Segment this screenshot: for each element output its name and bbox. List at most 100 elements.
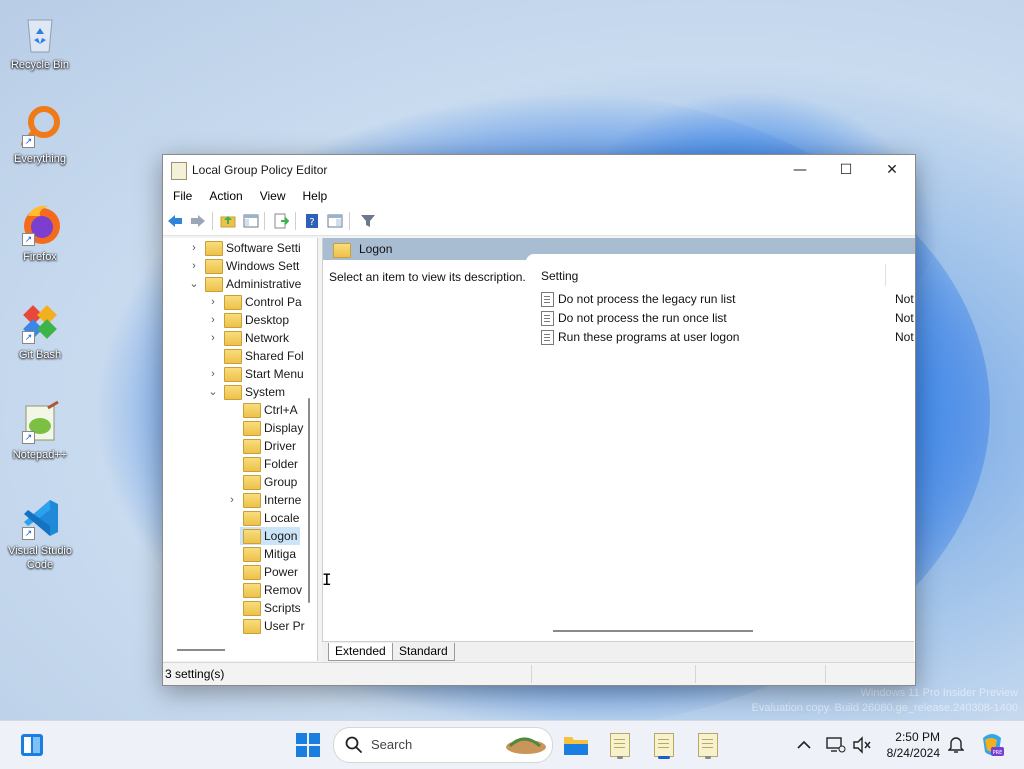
show-hidden-icons-button[interactable] <box>788 729 820 761</box>
desktop-icon-label: Git Bash <box>18 349 62 361</box>
filter-icon[interactable] <box>360 213 376 229</box>
tree-item-label: Driver <box>264 439 296 453</box>
copilot-button[interactable]: PRE <box>976 729 1008 761</box>
expand-chevron-icon <box>208 347 218 365</box>
details-horizontal-scrollbar[interactable] <box>553 630 753 632</box>
tree-pane[interactable]: › Software Setti › Windows Sett ⌄ Administr… <box>163 238 318 661</box>
tree-item[interactable]: Power <box>163 563 303 581</box>
desktop-icon-label: Recycle Bin <box>10 59 70 71</box>
volume-status-button[interactable] <box>846 729 878 761</box>
tree-item[interactable]: Folder <box>163 455 303 473</box>
policy-setting-icon <box>541 330 554 345</box>
tree-item[interactable]: Mitiga <box>163 545 303 563</box>
collapse-chevron-icon[interactable]: ⌄ <box>189 275 199 293</box>
tree-item[interactable]: Ctrl+A <box>163 401 303 419</box>
forward-arrow-icon[interactable] <box>190 213 206 229</box>
tree-item[interactable]: › Network <box>163 329 303 347</box>
help-book-icon[interactable]: ? <box>304 213 320 229</box>
taskbar-app-gpedit[interactable] <box>648 729 680 761</box>
policy-row[interactable]: Do not process the legacy run list Not <box>541 290 915 309</box>
tree-item[interactable]: › Control Pa <box>163 293 303 311</box>
minimize-button[interactable]: — <box>777 155 823 185</box>
network-icon <box>826 737 846 753</box>
up-folder-icon[interactable] <box>220 213 236 229</box>
tree-item-label: Network <box>245 331 290 345</box>
expand-chevron-icon[interactable]: › <box>208 365 218 383</box>
collapse-chevron-icon[interactable]: ⌄ <box>208 383 218 401</box>
folder-icon <box>243 547 261 562</box>
desktop-icon-everything[interactable]: ↗ Everything <box>4 104 76 166</box>
desktop-icon-notepad-plus-plus[interactable]: ↗ Notepad++ <box>4 400 76 462</box>
taskbar-app-notepad-2[interactable] <box>692 729 724 761</box>
tree-item[interactable]: › Desktop <box>163 311 303 329</box>
desktop-icon-vscode[interactable]: ↗ Visual Studio Code <box>4 496 76 572</box>
menu-action[interactable]: Action <box>199 185 249 207</box>
column-header-setting[interactable]: Setting <box>541 269 578 283</box>
tree-item[interactable]: Group <box>163 473 303 491</box>
tree-item[interactable]: ⌄ System <box>163 383 303 401</box>
tree-item-label: Mitiga <box>264 547 297 561</box>
tree-item[interactable]: Locale <box>163 509 303 527</box>
back-arrow-icon[interactable] <box>167 213 183 229</box>
active-indicator <box>658 756 670 759</box>
expand-chevron-icon[interactable]: › <box>189 239 199 257</box>
expand-chevron-icon[interactable]: › <box>189 257 199 275</box>
tree-item[interactable]: Scripts <box>163 599 303 617</box>
file-explorer-button[interactable] <box>560 729 592 761</box>
desktop-icon-firefox[interactable]: ↗ Firefox <box>4 202 76 264</box>
folder-icon <box>564 737 588 755</box>
tree-item[interactable]: › Start Menu <box>163 365 304 383</box>
notebook-icon <box>610 733 630 757</box>
tab-standard[interactable]: Standard <box>392 643 455 661</box>
menu-view[interactable]: View <box>250 185 293 207</box>
tree-vertical-scrollbar[interactable] <box>308 398 310 603</box>
expand-chevron-icon <box>227 545 237 563</box>
tree-item[interactable]: Driver <box>163 437 303 455</box>
policy-state: Not <box>895 330 914 344</box>
tree-item[interactable]: User Pr <box>163 617 305 635</box>
taskbar-search-box[interactable]: Search <box>333 727 553 763</box>
expand-chevron-icon[interactable]: › <box>227 491 237 509</box>
folder-icon <box>224 385 242 400</box>
tree-item[interactable]: Display <box>163 419 303 437</box>
policy-row[interactable]: Do not process the run once list Not <box>541 309 915 328</box>
toolbar: ? <box>163 207 915 236</box>
menu-help[interactable]: Help <box>293 185 335 207</box>
tree-item[interactable]: Remov <box>163 581 303 599</box>
desktop-icon-git-bash[interactable]: ↗ Git Bash <box>4 300 76 362</box>
folder-icon <box>243 493 261 508</box>
expand-chevron-icon[interactable]: › <box>208 293 218 311</box>
tree-item[interactable]: › Interne <box>163 491 303 509</box>
shortcut-arrow-icon: ↗ <box>22 233 35 246</box>
tree-horizontal-scrollbar[interactable] <box>177 649 225 651</box>
widgets-button[interactable] <box>16 729 48 761</box>
shortcut-arrow-icon: ↗ <box>22 331 35 344</box>
menu-file[interactable]: File <box>163 185 199 207</box>
tree-item[interactable]: › Windows Sett <box>163 257 303 275</box>
policy-row[interactable]: Run these programs at user logon Not <box>541 328 915 347</box>
tree-item-selected[interactable]: Logon <box>240 527 300 545</box>
properties-view-icon[interactable] <box>327 213 343 229</box>
tree-item-label: Shared Fol <box>245 349 304 363</box>
tree-item[interactable]: ⌄ Administrative <box>163 275 303 293</box>
notifications-button[interactable] <box>940 729 972 761</box>
tree-item[interactable]: › Software Setti <box>163 239 303 257</box>
maximize-button[interactable]: ☐ <box>823 155 869 185</box>
bell-icon <box>948 737 964 753</box>
recycle-bin-icon <box>18 10 62 54</box>
tab-extended[interactable]: Extended <box>328 643 393 661</box>
title-bar[interactable]: Local Group Policy Editor — ☐ ✕ <box>163 155 915 185</box>
copilot-icon: PRE <box>983 734 1004 756</box>
start-button[interactable] <box>292 729 324 761</box>
close-button[interactable]: ✕ <box>869 155 915 185</box>
tree-item[interactable]: Shared Fol <box>163 347 304 365</box>
show-hide-tree-icon[interactable] <box>243 213 259 229</box>
export-list-icon[interactable] <box>273 213 289 229</box>
taskbar-app-notepad-1[interactable] <box>604 729 636 761</box>
expand-chevron-icon[interactable]: › <box>208 329 218 347</box>
clock-time: 2:50 PM <box>895 730 940 744</box>
desktop-icon-recycle-bin[interactable]: Recycle Bin <box>4 10 76 72</box>
column-separator[interactable] <box>885 264 886 286</box>
taskbar-clock[interactable]: 2:50 PM 8/24/2024 <box>876 729 940 761</box>
expand-chevron-icon[interactable]: › <box>208 311 218 329</box>
